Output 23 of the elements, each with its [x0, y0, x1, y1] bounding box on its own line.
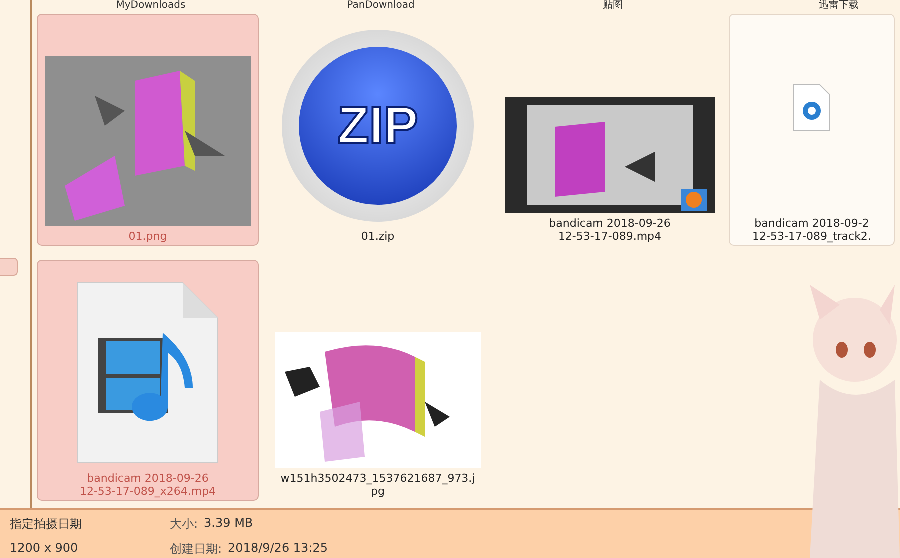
file-item[interactable]: bandicam 2018-09-2 12-53-17-089_track2. [729, 14, 895, 246]
detail-value: 2018/9/26 13:25 [228, 541, 328, 557]
file-name: w151h3502473_1537621687_973.j pg [280, 472, 476, 498]
file-item[interactable]: bandicam 2018-09-26 12-53-17-089.mp4 [497, 14, 723, 246]
file-item[interactable]: w151h3502473_1537621687_973.j pg [265, 260, 491, 501]
detail-value: 指定拍摄日期 [10, 516, 82, 533]
sidebar-tab[interactable] [0, 258, 18, 276]
zip-archive-icon: ZIP [282, 30, 474, 222]
folder-name: 迅雷下载 [818, 0, 860, 12]
file-name: 01.png [128, 230, 168, 243]
folder-name: 贴图 [602, 0, 624, 12]
detail-label: 大小: [170, 516, 198, 533]
file-name: bandicam 2018-09-26 12-53-17-089_x264.mp4 [80, 472, 216, 498]
file-name: bandicam 2018-09-2 12-53-17-089_track2. [752, 217, 872, 243]
file-name: 01.zip [361, 230, 395, 243]
detail-label: 创建日期: [170, 541, 222, 558]
file-item[interactable]: ZIP 01.zip [265, 14, 491, 246]
detail-value: 1200 x 900 [10, 541, 78, 557]
folder-name: MyDownloads [115, 0, 187, 12]
detail-value: 3.39 MB [204, 516, 254, 532]
folder-name: PanDownload [346, 0, 416, 12]
document-icon [792, 83, 832, 133]
file-name: bandicam 2018-09-26 12-53-17-089.mp4 [549, 217, 671, 243]
